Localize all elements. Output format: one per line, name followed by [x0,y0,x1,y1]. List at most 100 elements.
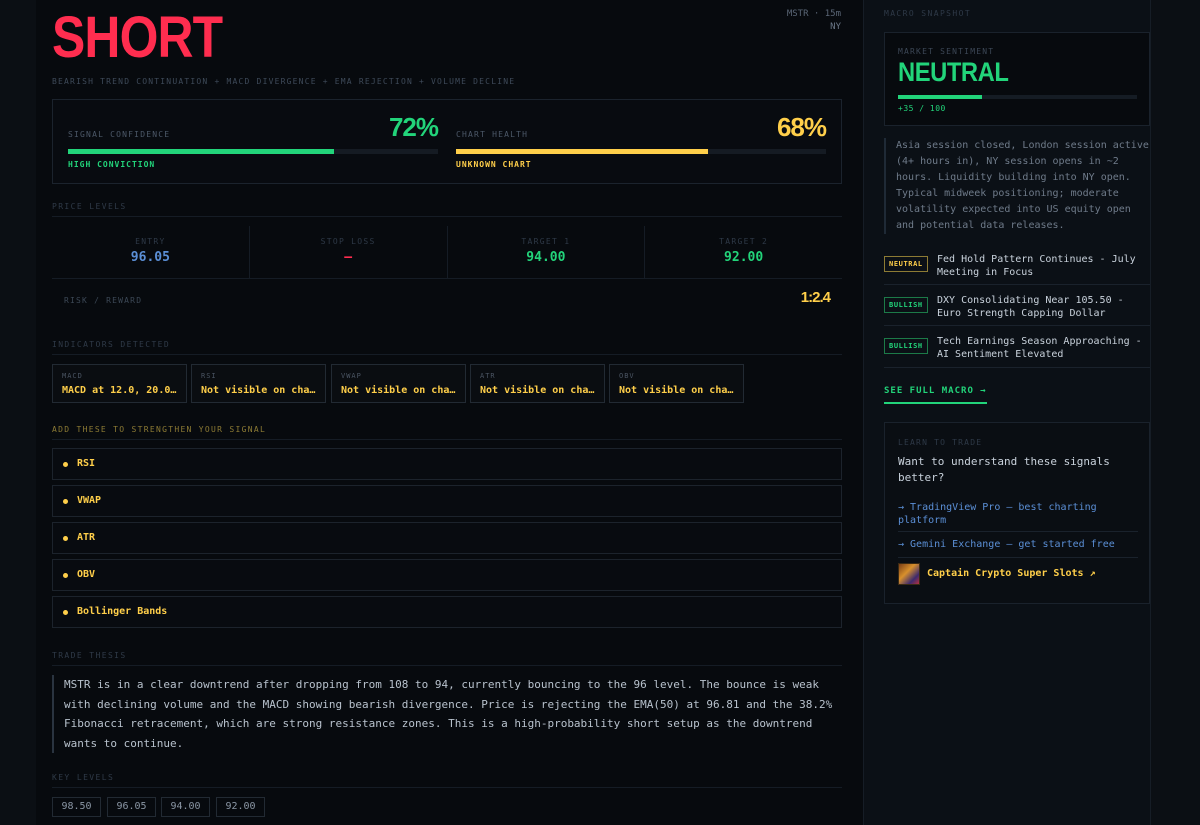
indicator-key: VWAP [341,372,362,380]
promo-label: Captain Crypto Super Slots ↗ [927,568,1096,579]
suggestion-obv[interactable]: OBV [52,559,842,591]
divider [898,531,1138,532]
key-levels-title: KEY LEVELS [52,773,115,782]
indicator-key: ATR [480,372,496,380]
suggestion-bollinger-bands[interactable]: Bollinger Bands [52,596,842,628]
level-value: 96.05 [130,250,170,265]
indicators-title: INDICATORS DETECTED [52,340,171,349]
macro-summary: Asia session closed, London session acti… [884,138,1150,234]
level-label: TARGET 1 [521,237,571,246]
key-level-chip: 98.50 [52,797,101,817]
ticker-timeframe: MSTR · 15m [786,9,841,19]
risk-reward-value: 1:2.4 [800,289,831,306]
indicator-value: Not visible on chart [341,385,459,396]
indicator-value: Not visible on chart [201,385,319,396]
key-level-chip: 94.00 [161,797,210,817]
indicator-key: MACD [62,372,83,380]
price-levels-title: PRICE LEVELS [52,202,127,211]
trade-thesis-text: MSTR is in a clear downtrend after dropp… [52,675,842,753]
indicator-key: RSI [201,372,217,380]
suggestion-atr[interactable]: ATR [52,522,842,554]
news-title: Tech Earnings Season Approaching - AI Se… [937,336,1142,360]
macro-sidebar: MACRO SNAPSHOT MARKET SENTIMENT NEUTRAL … [864,0,1151,825]
indicator-value: MACD at 12.0, 20.0... [62,385,180,396]
confidence-track [68,149,438,154]
news-badge: BULLISH [884,338,928,354]
health-sub: UNKNOWN CHART [456,160,532,169]
health-track [456,149,826,154]
suggestion-vwap[interactable]: VWAP [52,485,842,517]
news-item[interactable]: BULLISH DXY Consolidating Near 105.50 - … [884,294,1150,326]
bullet-icon [63,462,68,467]
indicator-macd[interactable]: MACD MACD at 12.0, 20.0... [52,364,187,403]
macro-snapshot-title: MACRO SNAPSHOT [884,9,972,18]
key-level-chip: 92.00 [216,797,265,817]
health-value: 68% [776,112,827,142]
learn-question: Want to understand these signals better? [898,455,1110,484]
bullet-icon [63,573,68,578]
signal-direction: SHORT [52,5,223,70]
strengthen-title: ADD THESE TO STRENGTHEN YOUR SIGNAL [52,425,267,434]
suggestion-label: ATR [77,532,96,543]
indicator-value: Not visible on chart [480,385,598,396]
sentiment-value: NEUTRAL [898,57,1009,87]
news-title: Fed Hold Pattern Continues - July Meetin… [937,254,1136,278]
news-badge: NEUTRAL [884,256,928,272]
suggestion-label: OBV [77,569,96,580]
session-label: NY [830,22,841,32]
confidence-sub: HIGH CONVICTION [68,160,156,169]
learn-title: LEARN TO TRADE [898,438,983,447]
level-target-1: TARGET 1 94.00 [448,226,646,278]
level-stop-loss: STOP LOSS — [250,226,448,278]
suggestion-label: Bollinger Bands [77,606,168,617]
indicator-rsi[interactable]: RSI Not visible on chart [191,364,326,403]
sentiment-label: MARKET SENTIMENT [898,47,995,56]
ticker-info: MSTR · 15m NY [787,8,841,34]
market-sentiment-box: MARKET SENTIMENT NEUTRAL +35 / 100 [884,32,1150,126]
risk-reward-row: RISK / REWARD 1:2.4 [52,278,842,318]
health-fill [456,149,708,154]
confidence-box: SIGNAL CONFIDENCE 72% HIGH CONVICTION CH… [52,99,842,184]
tradingview-link[interactable]: → TradingView Pro — best charting platfo… [898,501,1138,527]
gemini-link[interactable]: → Gemini Exchange — get started free [898,538,1138,551]
bullet-icon [63,536,68,541]
signal-subtitle: BEARISH TREND CONTINUATION + MACD DIVERG… [52,77,516,86]
divider [52,665,842,666]
signal-panel: SHORT MSTR · 15m NY BEARISH TREND CONTIN… [36,0,864,825]
suggestion-label: VWAP [77,495,102,506]
health-label: CHART HEALTH [456,130,529,139]
news-badge: BULLISH [884,297,928,313]
news-item[interactable]: NEUTRAL Fed Hold Pattern Continues - Jul… [884,253,1150,285]
news-item[interactable]: BULLISH Tech Earnings Season Approaching… [884,335,1150,368]
divider [52,787,842,788]
suggestion-rsi[interactable]: RSI [52,448,842,480]
sentiment-score: +35 / 100 [898,104,946,113]
level-value: 92.00 [724,250,764,265]
level-label: ENTRY [135,237,166,246]
bullet-icon [63,610,68,615]
suggestion-label: RSI [77,458,96,469]
level-value: — [344,250,353,265]
chart-health-meter: CHART HEALTH 68% UNKNOWN CHART [456,100,827,185]
see-full-macro-link[interactable]: SEE FULL MACRO → [884,386,987,404]
bullet-icon [63,499,68,504]
divider [52,354,842,355]
confidence-value: 72% [388,112,439,142]
signal-confidence-meter: SIGNAL CONFIDENCE 72% HIGH CONVICTION [68,100,439,185]
sentiment-fill [898,95,982,99]
confidence-label: SIGNAL CONFIDENCE [68,130,171,139]
indicator-vwap[interactable]: VWAP Not visible on chart [331,364,466,403]
indicator-key: OBV [619,372,635,380]
indicator-value: Not visible on chart [619,385,737,396]
risk-reward-label: RISK / REWARD [64,296,143,305]
key-level-chip: 96.05 [107,797,156,817]
divider [898,557,1138,558]
slots-thumbnail-icon [898,563,920,585]
level-value: 94.00 [526,250,566,265]
divider [52,439,842,440]
indicator-atr[interactable]: ATR Not visible on chart [470,364,605,403]
trade-thesis-title: TRADE THESIS [52,651,127,660]
price-levels-row: ENTRY 96.05 STOP LOSS — TARGET 1 94.00 T… [52,226,842,278]
news-title: DXY Consolidating Near 105.50 - Euro Str… [937,295,1124,319]
indicator-obv[interactable]: OBV Not visible on chart [609,364,744,403]
